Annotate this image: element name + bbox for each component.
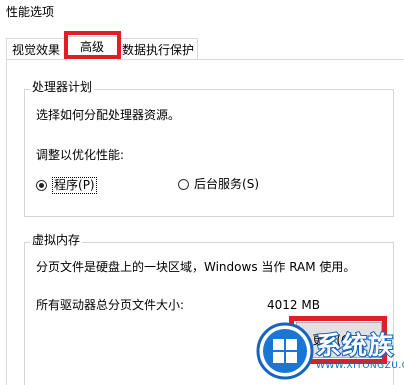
virtual-memory-legend: 虚拟内存 (30, 233, 83, 247)
radio-programs-indicator[interactable] (36, 180, 47, 191)
tab-data-execution-prevention[interactable]: 数据执行保护 (118, 38, 198, 60)
watermark-name: 系统族 (315, 330, 395, 361)
watermark-text: 系统族 WWW.XITONGZU.COM (315, 330, 404, 371)
tab-advanced[interactable]: 高级 (66, 36, 118, 61)
processor-scheduling-legend: 处理器计划 (30, 80, 95, 94)
virtual-memory-description: 分页文件是硬盘上的一块区域，Windows 当作 RAM 使用。 (36, 260, 356, 274)
radio-programs[interactable]: 程序(P) (36, 177, 97, 194)
total-paging-file-size-label: 所有驱动器总分页文件大小: (36, 298, 185, 312)
watermark-url: WWW.XITONGZU.COM (316, 360, 404, 371)
radio-background-services[interactable]: 后台服务(S) (178, 177, 259, 192)
windows-logo-icon (256, 322, 314, 379)
radio-background-services-label: 后台服务(S) (194, 177, 259, 191)
adjust-for-best-performance-label: 调整以优化性能: (36, 148, 125, 162)
tab-strip: 视觉效果 高级 数据执行保护 (0, 0, 404, 61)
radio-background-services-indicator[interactable] (178, 179, 189, 190)
performance-options-window: 性能选项 视觉效果 高级 数据执行保护 处理器计划 选择如何分配处理器资源。 调… (0, 0, 404, 385)
radio-programs-label: 程序(P) (52, 177, 97, 194)
processor-scheduling-description: 选择如何分配处理器资源。 (36, 108, 181, 122)
xitongzu-watermark: 系统族 WWW.XITONGZU.COM (256, 316, 404, 385)
tab-visual-effects[interactable]: 视觉效果 (6, 38, 66, 60)
total-paging-file-size-value: 4012 MB (267, 298, 320, 312)
